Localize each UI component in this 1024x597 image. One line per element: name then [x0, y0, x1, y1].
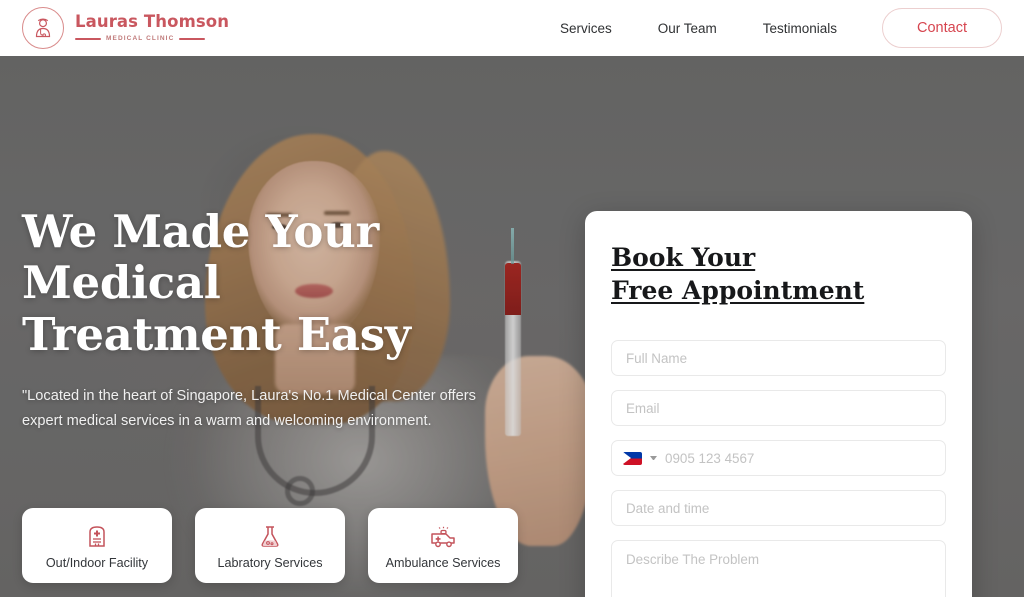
chevron-down-icon[interactable] — [650, 456, 657, 460]
form-title-line-1: Book Your — [611, 243, 756, 272]
full-name-placeholder: Full Name — [626, 350, 688, 366]
hero-subtitle: "Located in the heart of Singapore, Laur… — [22, 387, 476, 429]
full-name-field[interactable]: Full Name — [611, 340, 946, 376]
philippines-flag-icon[interactable] — [623, 451, 642, 465]
date-time-placeholder: Date and time — [626, 500, 710, 516]
phone-placeholder: 0905 123 4567 — [665, 450, 755, 466]
hero-section: We Made Your Medical Treatment Easy "Loc… — [0, 56, 1024, 597]
hospital-building-icon — [83, 521, 111, 551]
feature-card-label: Labratory Services — [217, 556, 323, 570]
problem-placeholder: Describe The Problem — [626, 552, 759, 567]
feature-cards: Out/Indoor Facility Labratory Services A… — [22, 508, 518, 583]
brand-tagline-row: MEDICAL CLINIC — [75, 34, 229, 43]
form-title: Book Your Free Appointment — [611, 241, 946, 307]
feature-card-laboratory[interactable]: Labratory Services — [195, 508, 345, 583]
brand-tagline: MEDICAL CLINIC — [106, 34, 175, 42]
nav-item-our-team[interactable]: Our Team — [635, 21, 740, 36]
brand-text: Lauras Thomson MEDICAL CLINIC — [75, 12, 230, 43]
feature-card-label: Ambulance Services — [385, 556, 501, 570]
email-field[interactable]: Email — [611, 390, 946, 426]
doctor-avatar-icon — [22, 7, 64, 49]
brand-logo[interactable]: Lauras Thomson MEDICAL CLINIC — [22, 7, 229, 49]
hero-title-line-1: We Made Your — [22, 205, 379, 258]
feature-card-label: Out/Indoor Facility — [45, 556, 149, 570]
brand-rule-right — [179, 37, 206, 40]
date-time-field[interactable]: Date and time — [611, 490, 946, 526]
form-title-line-2: Free Appointment — [611, 276, 865, 305]
ambulance-icon — [428, 521, 458, 551]
main-navigation: Services Our Team Testimonials Contact — [537, 8, 1002, 48]
problem-description-field[interactable]: Describe The Problem — [611, 540, 946, 597]
hero-copy: We Made Your Medical Treatment Easy "Loc… — [22, 206, 542, 434]
phone-field[interactable]: 0905 123 4567 — [611, 440, 946, 476]
lab-flask-icon — [256, 521, 284, 551]
email-placeholder: Email — [626, 400, 660, 416]
nav-item-testimonials[interactable]: Testimonials — [740, 21, 860, 36]
appointment-form-card: Book Your Free Appointment Full Name Ema… — [585, 211, 972, 597]
feature-card-ambulance[interactable]: Ambulance Services — [368, 508, 518, 583]
feature-card-facility[interactable]: Out/Indoor Facility — [22, 508, 172, 583]
site-header: Lauras Thomson MEDICAL CLINIC Services O… — [0, 0, 1024, 56]
hero-title-line-2: Medical — [22, 256, 221, 310]
hero-title-line-3: Treatment Easy — [22, 307, 411, 361]
hero-title: We Made Your Medical Treatment Easy — [22, 206, 542, 360]
brand-name: Lauras Thomson — [75, 12, 230, 31]
contact-button[interactable]: Contact — [882, 8, 1002, 48]
nav-item-services[interactable]: Services — [537, 21, 635, 36]
brand-rule-left — [75, 37, 101, 40]
